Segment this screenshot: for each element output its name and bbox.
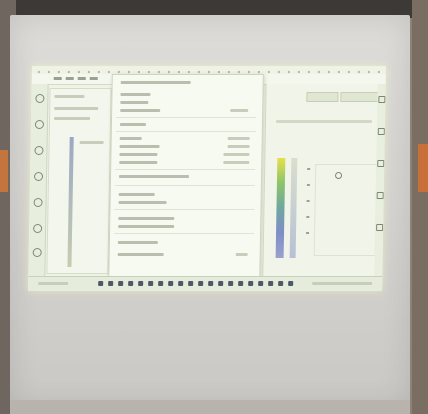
tool-icon bbox=[32, 248, 42, 257]
menu-entry bbox=[117, 253, 164, 256]
tick-mark bbox=[307, 168, 311, 170]
tool-icon bbox=[33, 224, 43, 233]
map-canvas-pane bbox=[262, 84, 385, 276]
menu-item bbox=[53, 77, 62, 80]
taskbar-icon bbox=[188, 281, 194, 286]
tool-icon bbox=[34, 120, 45, 129]
taskbar-icon bbox=[248, 281, 254, 286]
taskbar-icon bbox=[98, 281, 104, 286]
side-icon bbox=[378, 96, 386, 103]
menu-entry bbox=[118, 201, 167, 204]
menu-entry bbox=[120, 109, 161, 112]
taskbar-icon bbox=[158, 281, 164, 286]
panel-row bbox=[54, 107, 99, 110]
taskbar-icon bbox=[118, 281, 124, 286]
taskbar-icon bbox=[148, 281, 154, 286]
taskbar-icon bbox=[288, 281, 294, 286]
menu-shortcut bbox=[235, 253, 248, 256]
menu-entry bbox=[118, 217, 175, 220]
tick-mark bbox=[306, 232, 310, 234]
screen-bottom-edge bbox=[10, 400, 410, 414]
panel-header-line bbox=[54, 95, 85, 98]
taskbar-icon bbox=[208, 281, 214, 286]
side-icon bbox=[377, 160, 385, 167]
menu-item bbox=[65, 77, 74, 80]
left-toolbar bbox=[28, 84, 49, 276]
menu-item bbox=[89, 77, 98, 80]
tick-mark bbox=[306, 216, 310, 218]
menu-entry bbox=[120, 93, 151, 96]
context-menu bbox=[108, 74, 264, 281]
menu-separator bbox=[114, 185, 255, 186]
tool-icon bbox=[33, 198, 43, 207]
status-taskbar bbox=[28, 276, 383, 291]
menu-entry bbox=[119, 145, 160, 148]
right-wall bbox=[412, 0, 428, 414]
project-panel bbox=[46, 88, 112, 274]
menu-entry bbox=[120, 101, 149, 104]
taskbar-icon bbox=[168, 281, 174, 286]
menu-entry bbox=[119, 123, 146, 126]
projected-application-window bbox=[28, 66, 386, 291]
taskbar-icon bbox=[138, 281, 144, 286]
taskbar-icon bbox=[228, 281, 234, 286]
menu-entry bbox=[118, 225, 175, 228]
panel-row bbox=[79, 141, 104, 144]
taskbar-icon bbox=[258, 281, 264, 286]
taskbar-icon bbox=[128, 281, 134, 286]
menu-shortcut bbox=[223, 153, 250, 156]
taskbar-icon bbox=[218, 281, 224, 286]
menu-entry bbox=[119, 161, 158, 164]
taskbar-icon bbox=[268, 281, 274, 286]
menu-shortcut bbox=[227, 145, 250, 148]
pane-tab bbox=[340, 92, 381, 102]
menu-shortcut bbox=[227, 137, 250, 140]
taskbar-icon bbox=[198, 281, 204, 286]
panel-scroll-bar bbox=[67, 137, 74, 267]
panel-row bbox=[54, 117, 91, 120]
pane-tab bbox=[306, 92, 339, 102]
side-icon bbox=[376, 224, 384, 231]
menu-entry bbox=[119, 153, 158, 156]
taskbar-icon bbox=[178, 281, 184, 286]
taskbar-icon bbox=[108, 281, 114, 286]
pane-toolbar bbox=[275, 120, 373, 123]
taskbar-icon bbox=[278, 281, 284, 286]
menu-entry bbox=[117, 241, 158, 244]
menu-shortcut bbox=[223, 161, 250, 164]
menu-separator bbox=[116, 117, 257, 118]
status-text-block bbox=[38, 282, 69, 285]
color-ramp-secondary bbox=[289, 158, 298, 258]
side-icon bbox=[377, 128, 385, 135]
status-text-block bbox=[312, 282, 373, 285]
color-ramp bbox=[275, 158, 286, 258]
menu-entry bbox=[119, 175, 190, 178]
menu-separator bbox=[115, 131, 256, 132]
menu-entry bbox=[118, 193, 155, 196]
menu-entry bbox=[120, 81, 191, 84]
tick-mark bbox=[306, 184, 310, 186]
tool-icon bbox=[34, 146, 44, 155]
taskbar-icon bbox=[238, 281, 244, 286]
left-orange-strip bbox=[0, 150, 8, 192]
canvas-area bbox=[313, 164, 378, 256]
menu-entry bbox=[119, 137, 142, 140]
menu-shortcut bbox=[230, 109, 249, 112]
menu-item bbox=[77, 77, 86, 80]
tool-icon bbox=[35, 94, 45, 103]
side-icon bbox=[376, 192, 384, 199]
tick-mark bbox=[306, 200, 310, 202]
menu-separator bbox=[114, 233, 255, 234]
right-orange-strip bbox=[418, 144, 428, 192]
tool-icon bbox=[33, 172, 44, 181]
menu-separator bbox=[114, 209, 255, 210]
menu-separator bbox=[115, 169, 256, 170]
